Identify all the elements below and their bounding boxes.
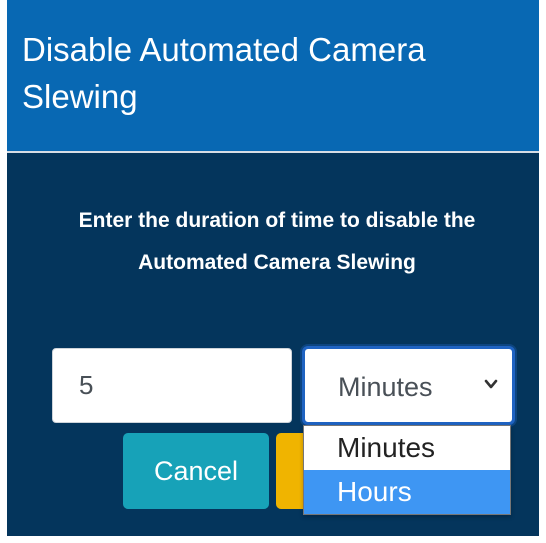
unit-select-value: Minutes — [338, 372, 433, 402]
dropdown-option-minutes[interactable]: Minutes — [304, 426, 510, 470]
cancel-button[interactable]: Cancel — [123, 433, 269, 509]
dialog-header: Disable Automated Camera Slewing — [7, 0, 539, 153]
dialog-title: Disable Automated Camera Slewing — [22, 31, 426, 115]
unit-dropdown-list: Minutes Hours — [303, 425, 511, 515]
duration-prompt: Enter the duration of time to disable th… — [78, 209, 476, 274]
chevron-down-icon — [484, 379, 498, 389]
dropdown-option-hours[interactable]: Hours — [304, 470, 510, 514]
disable-slewing-dialog: Disable Automated Camera Slewing Enter t… — [7, 0, 539, 536]
duration-input[interactable] — [52, 348, 292, 423]
unit-select[interactable]: Minutes — [302, 346, 515, 425]
